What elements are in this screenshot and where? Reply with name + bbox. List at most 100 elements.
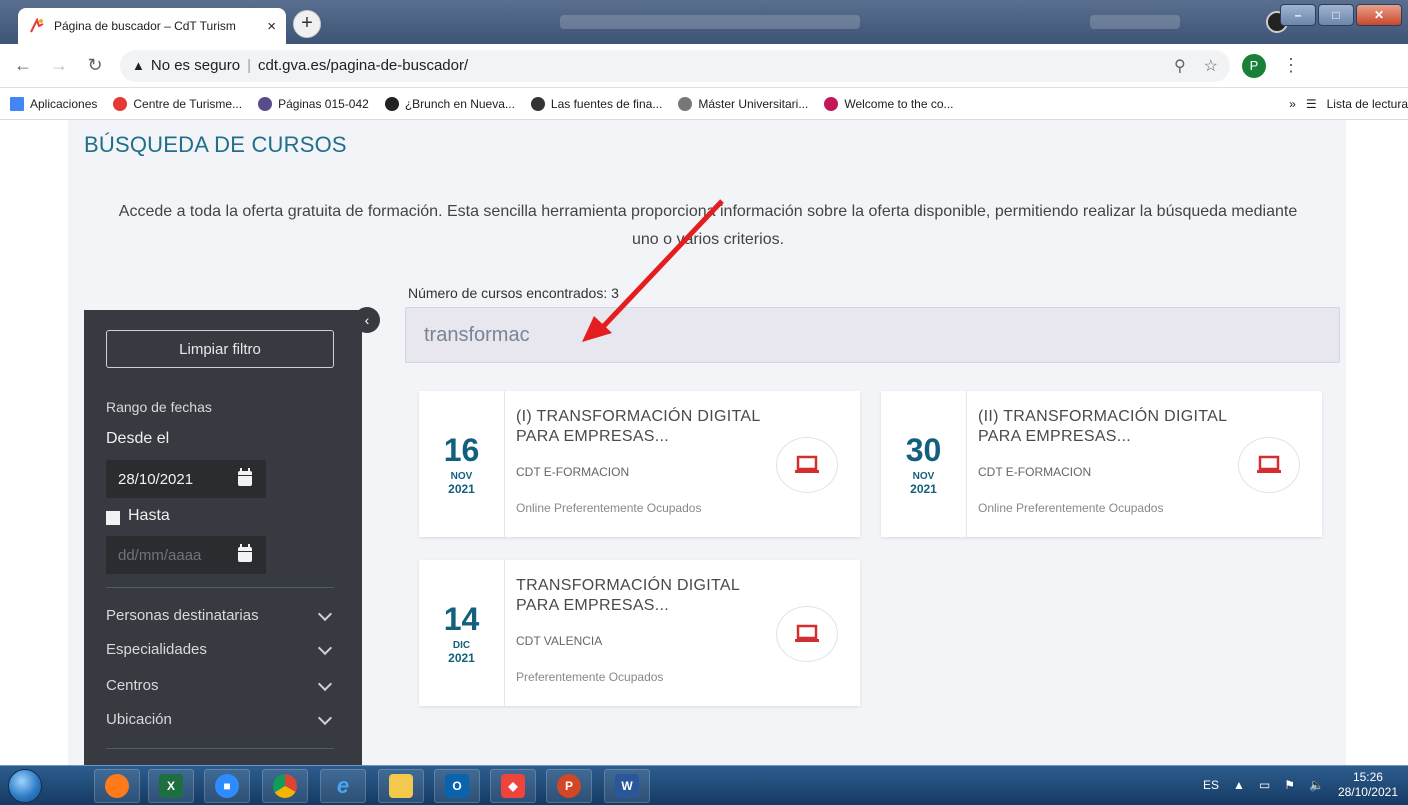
omnibox-separator: |: [247, 57, 251, 74]
calendar-icon[interactable]: [238, 544, 252, 562]
chrome-icon[interactable]: [262, 769, 308, 803]
course-date: 16 NOV 2021: [419, 391, 505, 537]
profile-avatar[interactable]: P: [1242, 53, 1266, 78]
tray-expand-icon[interactable]: ▲: [1233, 778, 1245, 792]
menu-kebab-icon[interactable]: ⋮: [1282, 55, 1300, 76]
course-month: NOV: [912, 470, 935, 482]
bookmark-item[interactable]: Máster Universitari...: [678, 96, 808, 111]
reading-list-button[interactable]: Lista de lectura: [1327, 97, 1408, 111]
explorer-icon[interactable]: [378, 769, 424, 803]
course-center: CDT E-FORMACION: [516, 465, 630, 479]
language-indicator[interactable]: ES: [1203, 778, 1219, 792]
maximize-button[interactable]: □: [1318, 4, 1354, 26]
collapse-sidebar-button[interactable]: ‹: [354, 307, 380, 333]
bookmarks-right: » ☰ Lista de lectura: [1289, 97, 1408, 111]
course-month: DIC: [452, 639, 471, 651]
filter-label: Centros: [106, 677, 159, 694]
course-date: 30 NOV 2021: [881, 391, 967, 537]
filter-especialidades[interactable]: Especialidades: [106, 640, 334, 658]
from-date-value: 28/10/2021: [118, 470, 194, 488]
new-tab-button[interactable]: +: [293, 10, 321, 38]
warning-triangle-icon[interactable]: ▲: [132, 58, 145, 73]
reading-list-icon: ☰: [1305, 96, 1317, 111]
course-center: CDT E-FORMACION: [978, 465, 1092, 479]
page-viewport: BÚSQUEDA DE CURSOS Accede a toda la ofer…: [0, 120, 1408, 765]
laptop-icon: [1238, 437, 1300, 493]
filter-sidebar: Limpiar filtro Rango de fechas Desde el …: [84, 310, 362, 765]
cdt-favicon-icon: [28, 17, 46, 35]
bookmarks-overflow-button[interactable]: »: [1289, 97, 1296, 111]
chevron-down-icon: [317, 676, 333, 691]
course-year: 2021: [448, 481, 475, 496]
course-search-content: BÚSQUEDA DE CURSOS Accede a toda la ofer…: [68, 120, 1346, 765]
filter-ubicacion[interactable]: Ubicación: [106, 710, 334, 728]
firefox-icon[interactable]: [94, 769, 140, 803]
bookmark-item[interactable]: Welcome to the co...: [824, 96, 954, 111]
until-label: Hasta: [128, 507, 170, 524]
from-date-input[interactable]: 28/10/2021: [106, 460, 266, 498]
network-icon[interactable]: ▭: [1259, 778, 1270, 792]
course-card[interactable]: 16 NOV 2021 (I) TRANSFORMACIÓN DIGITAL P…: [419, 391, 860, 537]
filter-label: Ubicación: [106, 711, 172, 728]
chevron-down-icon: [317, 640, 333, 655]
bookmark-star-icon[interactable]: ☆: [1204, 56, 1218, 76]
clear-filter-button[interactable]: Limpiar filtro: [106, 330, 334, 368]
course-modality: Online Preferentemente Ocupados: [516, 501, 702, 515]
filter-centros[interactable]: Centros: [106, 676, 334, 694]
anydesk-icon[interactable]: ◆: [490, 769, 536, 803]
flag-icon[interactable]: ⚑: [1284, 778, 1295, 792]
search-input[interactable]: [405, 307, 1340, 363]
filter-personas-destinatarias[interactable]: Personas destinatarias: [106, 606, 334, 624]
zoom-icon[interactable]: ■: [204, 769, 250, 803]
bookmark-label: Páginas 015-042: [278, 96, 369, 111]
url-text: cdt.gva.es/pagina-de-buscador/: [258, 57, 469, 74]
browser-toolbar: ← → ↻ ▲ No es seguro | cdt.gva.es/pagina…: [0, 44, 1408, 88]
back-icon[interactable]: ←: [10, 53, 36, 79]
blurred-window-title: [560, 15, 860, 29]
intro-text: Accede a toda la oferta gratuita de form…: [118, 203, 1298, 248]
filter-label: Especialidades: [106, 641, 207, 658]
zoom-icon[interactable]: ⚲: [1174, 56, 1186, 76]
start-button[interactable]: [8, 769, 42, 803]
forward-icon[interactable]: →: [46, 53, 72, 79]
tab-close-icon[interactable]: ×: [267, 18, 276, 35]
course-center: CDT VALENCIA: [516, 634, 603, 648]
bookmark-item[interactable]: ¿Brunch en Nueva...: [384, 96, 515, 111]
course-day: 14: [443, 600, 480, 637]
reload-icon[interactable]: ↻: [82, 53, 108, 79]
excel-icon[interactable]: X: [148, 769, 194, 803]
sidebar-divider: [106, 748, 334, 749]
bookmark-item[interactable]: Las fuentes de fina...: [530, 96, 663, 111]
browser-tab-active[interactable]: Página de buscador – CdT Turism ×: [18, 8, 286, 44]
course-title[interactable]: (I) TRANSFORMACIÓN DIGITAL PARA EMPRESAS…: [516, 407, 766, 447]
ie-icon[interactable]: e: [320, 769, 366, 803]
until-date-input[interactable]: dd/mm/aaaa: [106, 536, 266, 574]
window-controls: – □ ✕: [1280, 4, 1402, 26]
course-month: NOV: [450, 470, 473, 482]
course-title[interactable]: (II) TRANSFORMACIÓN DIGITAL PARA EMPRESA…: [978, 407, 1228, 447]
seal-icon: [258, 96, 273, 111]
welcome-icon: [824, 96, 839, 111]
word-icon[interactable]: W: [604, 769, 650, 803]
sidebar-divider: [106, 587, 334, 588]
minimize-button[interactable]: –: [1280, 4, 1316, 26]
clock[interactable]: 15:26 28/10/2021: [1338, 770, 1398, 800]
outlook-icon[interactable]: O: [434, 769, 480, 803]
centre-turisme-icon: [113, 96, 128, 111]
calendar-icon[interactable]: [238, 468, 252, 486]
bookmark-item[interactable]: Aplicaciones: [10, 96, 97, 111]
course-card[interactable]: 14 DIC 2021 TRANSFORMACIÓN DIGITAL PARA …: [419, 560, 860, 706]
powerpoint-icon[interactable]: P: [546, 769, 592, 803]
volume-icon[interactable]: 🔈: [1309, 778, 1324, 792]
close-window-button[interactable]: ✕: [1356, 4, 1402, 26]
course-title[interactable]: TRANSFORMACIÓN DIGITAL PARA EMPRESAS...: [516, 576, 766, 616]
address-bar[interactable]: ▲ No es seguro | cdt.gva.es/pagina-de-bu…: [120, 49, 1230, 82]
bookmark-item[interactable]: Páginas 015-042: [258, 96, 369, 111]
until-checkbox[interactable]: [106, 511, 120, 525]
bookmark-label: ¿Brunch en Nueva...: [404, 96, 515, 111]
chevron-down-icon: [317, 710, 333, 725]
bookmark-item[interactable]: Centre de Turisme...: [113, 96, 242, 111]
course-modality: Preferentemente Ocupados: [516, 670, 664, 684]
course-card[interactable]: 30 NOV 2021 (II) TRANSFORMACIÓN DIGITAL …: [881, 391, 1322, 537]
bookmark-label: Las fuentes de fina...: [550, 96, 663, 111]
